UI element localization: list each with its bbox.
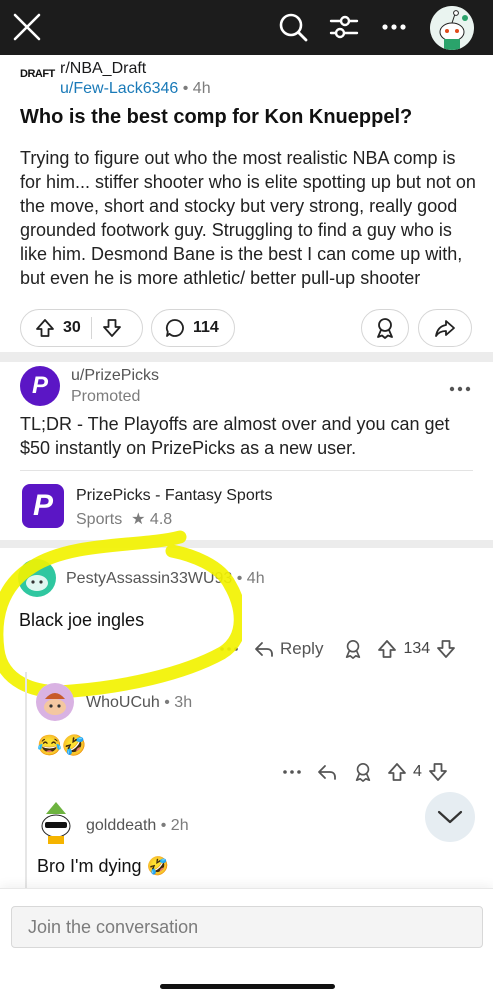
post-author-name[interactable]: u/Few-Lack6346 [60,80,178,97]
more-icon[interactable] [281,761,303,783]
app-name[interactable]: PrizePicks - Fantasy Sports [76,487,273,505]
comment-time: • 3h [159,694,193,711]
comment-author-name[interactable]: WhoUCuh [86,694,160,711]
comment-input[interactable]: Join the conversation [11,906,483,948]
subreddit-name[interactable]: r/NBA_Draft [60,60,146,78]
comment-actions: 4 [281,761,448,783]
app-logo[interactable]: P [22,484,64,528]
snoo-avatar-icon [41,802,71,844]
comments-button[interactable]: 114 [151,309,235,347]
reply-icon[interactable] [317,762,337,782]
reply-button[interactable]: Reply [280,639,323,659]
post-vote-count: 30 [63,319,81,336]
comment-vote-count: 134 [403,640,431,657]
comment-time: • 2h [156,817,189,834]
comment-count: 114 [193,319,219,336]
share-icon [435,320,455,337]
more-icon[interactable] [381,14,407,40]
award-icon[interactable] [343,639,363,659]
downvote-icon[interactable] [436,639,456,659]
snoo-avatar-icon [430,6,474,50]
award-button[interactable] [361,309,409,347]
comment-vote-count: 4 [413,763,422,780]
thread-line [25,672,27,892]
award-icon[interactable] [353,762,373,782]
prizepicks-avatar[interactable]: P [20,366,60,406]
vote-pill: 30 [20,309,143,347]
downvote-icon[interactable] [102,318,122,338]
promo-divider [20,470,473,471]
downvote-icon[interactable] [428,762,448,782]
top-bar [0,0,493,55]
post-time: • 4h [178,80,211,97]
comment-author[interactable]: WhoUCuh • 3h [86,694,192,712]
search-icon[interactable] [277,11,309,43]
reply-icon[interactable] [254,639,274,659]
comment-actions: Reply 134 [218,638,456,660]
subreddit-icon[interactable]: DRAFT [20,68,55,90]
chevron-down-icon [437,810,463,824]
upvote-icon[interactable] [35,318,55,338]
comment-avatar[interactable] [36,683,74,721]
award-icon [377,318,393,339]
comment-icon [165,319,184,337]
snoo-avatar-icon [36,683,74,721]
yellow-scribble-highlight [0,530,242,699]
upvote-icon[interactable] [387,762,407,782]
sort-filter-icon[interactable] [328,12,360,42]
user-avatar[interactable] [430,6,474,50]
home-indicator [160,984,335,989]
post-author[interactable]: u/Few-Lack6346 • 4h [60,80,211,98]
vote-separator [90,317,92,339]
section-divider [0,352,493,362]
promoted-more-icon[interactable] [447,376,473,402]
post-title: Who is the best comp for Kon Knueppel? [20,106,413,128]
comment-avatar[interactable] [36,800,76,844]
promoted-text[interactable]: TL;DR - The Playoffs are almost over and… [20,412,480,460]
close-icon[interactable] [12,12,42,42]
jump-next-button[interactable] [425,792,475,842]
comment-text: Bro I'm dying 🤣 [37,856,169,876]
share-button[interactable] [418,309,472,347]
comment-author[interactable]: golddeath • 2h [86,817,189,835]
upvote-icon[interactable] [377,639,397,659]
comment-text: 😂🤣 [37,735,87,757]
post-header: DRAFT r/NBA_Draft u/Few-Lack6346 • 4h [20,60,480,100]
promoted-user[interactable]: u/PrizePicks [71,367,159,385]
comment-author-name[interactable]: golddeath [86,817,156,834]
post-body: Trying to figure out who the most realis… [20,148,476,288]
promoted-label: Promoted [71,388,141,405]
